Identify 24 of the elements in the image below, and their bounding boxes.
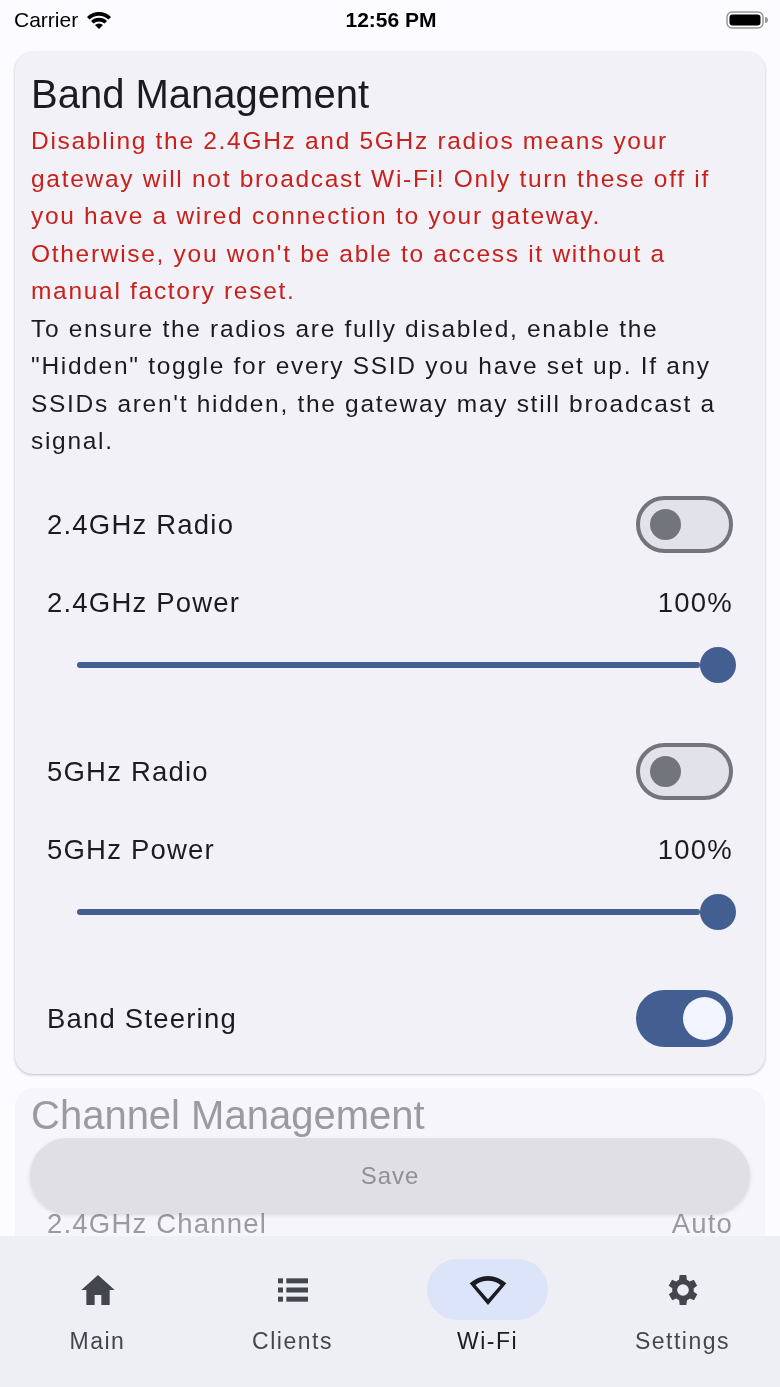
setting-label: Band Steering bbox=[47, 1002, 237, 1035]
carrier-name: Carrier bbox=[14, 8, 79, 32]
toggle-switch[interactable] bbox=[636, 496, 733, 553]
power-reading: 100% bbox=[657, 586, 733, 619]
setting-label: 5GHz Power bbox=[47, 833, 215, 866]
info-text: To ensure the radios are fully disabled, enable the "Hidden" toggle for every SSID you have set up. If any SSIDs aren't hidden, the gateway may still broadcast a signal. bbox=[31, 313, 717, 456]
nav-tab[interactable]: Settings bbox=[587, 1236, 778, 1387]
toggle-switch[interactable] bbox=[636, 990, 733, 1047]
status-time: 12:56 PM bbox=[345, 8, 437, 32]
setting-label: 2.4GHz Radio bbox=[47, 508, 235, 541]
power-reading: 100% bbox=[657, 833, 733, 866]
nav-tab[interactable]: Main bbox=[2, 1236, 193, 1387]
nav-tab[interactable]: Clients bbox=[197, 1236, 388, 1387]
card-title: Channel Management bbox=[31, 1091, 426, 1138]
nav-tab[interactable]: Wi-Fi bbox=[392, 1236, 583, 1387]
setting-label: 5GHz Radio bbox=[47, 755, 209, 788]
slider-thumb[interactable] bbox=[700, 646, 736, 683]
battery-icon bbox=[726, 10, 768, 30]
slider-thumb[interactable] bbox=[700, 893, 736, 930]
wifi-signal-icon bbox=[86, 10, 113, 30]
card-title: Band Management bbox=[31, 71, 370, 118]
setting-label: 2.4GHz Power bbox=[47, 586, 241, 619]
toggle-switch[interactable] bbox=[636, 743, 733, 800]
warning-text: Disabling the 2.4GHz and 5GHz radios means your gateway will not broadcast Wi-Fi! Only turn these off if you have a wired connection to your gateway. Otherwise, you won't be able to access it without a manual factory reset. bbox=[31, 126, 711, 306]
